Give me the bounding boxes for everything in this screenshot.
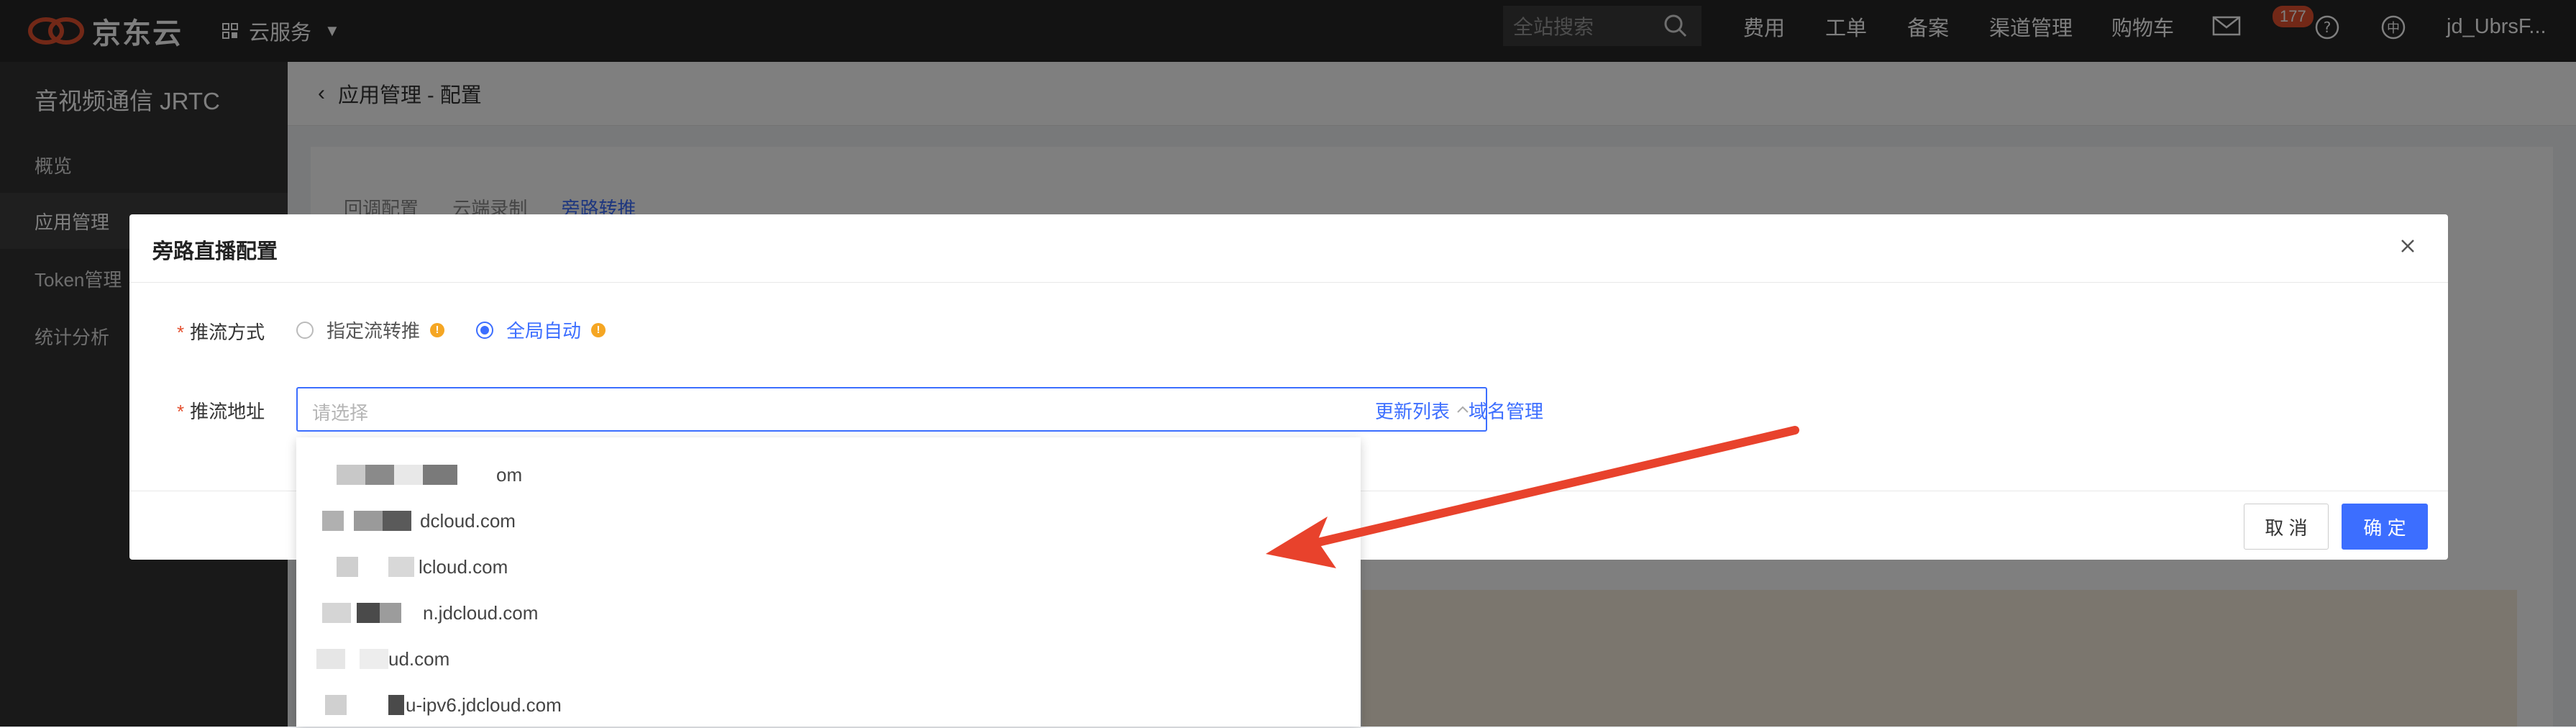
annotation-arrow-icon (1266, 426, 1799, 568)
